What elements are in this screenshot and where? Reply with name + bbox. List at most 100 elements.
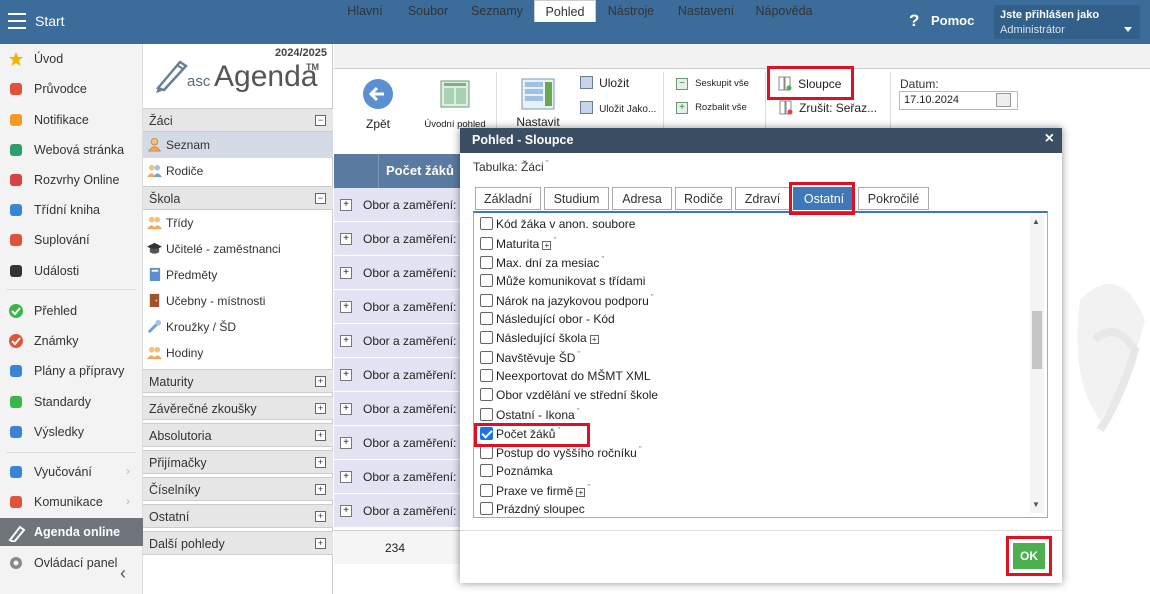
nav-item-tridy[interactable]: Třídy xyxy=(143,210,333,236)
column-option[interactable]: Praxe ve firmě +" xyxy=(480,483,590,502)
section-přijímačky[interactable]: Přijímačky + xyxy=(143,450,333,474)
tab-hlavní[interactable]: Hlavní xyxy=(334,0,396,22)
nav-item-ucitele[interactable]: Učitelé - zaměstnanci xyxy=(143,236,333,262)
nav-item-úvod[interactable]: Úvod xyxy=(0,45,143,73)
scroll-down-icon[interactable]: ▼ xyxy=(1032,500,1040,509)
close-icon[interactable]: × xyxy=(1045,130,1054,148)
expand-icon[interactable]: + xyxy=(315,457,326,468)
configure-button[interactable]: Nastavit xyxy=(513,78,563,129)
nav-item-rodice[interactable]: Rodiče xyxy=(143,158,333,184)
column-header-pocet-zaku[interactable]: Počet žáků xyxy=(386,163,454,178)
collapse-sidebar-icon[interactable]: ‹ xyxy=(120,563,126,584)
nav-item-výsledky[interactable]: Výsledky xyxy=(0,418,143,446)
expand-all-button[interactable]: + Rozbalit vše xyxy=(676,101,747,114)
user-menu[interactable]: Jste přihlášen jako Administrátor xyxy=(994,5,1140,39)
column-checkbox[interactable] xyxy=(480,446,493,459)
column-checkbox[interactable] xyxy=(480,408,493,421)
column-option[interactable]: Nárok na jazykovou podporu " xyxy=(480,293,654,312)
section-ostatní[interactable]: Ostatní + xyxy=(143,504,333,528)
column-option[interactable]: Obor vzdělání ve střední škole xyxy=(480,388,658,407)
nav-item-plány-a-přípravy[interactable]: Plány a přípravy xyxy=(0,357,143,385)
expand-row-icon[interactable]: + xyxy=(340,335,352,347)
table-row[interactable]: + Obor a zaměření: xyxy=(334,188,460,222)
nav-item-ucebny[interactable]: Učebny - místnosti xyxy=(143,288,333,314)
column-checkbox[interactable] xyxy=(480,369,493,382)
column-checkbox[interactable] xyxy=(480,237,493,250)
table-row[interactable]: + Obor a zaměření: xyxy=(334,358,460,392)
dialog-tab-zdraví[interactable]: Zdraví xyxy=(735,187,790,210)
expand-row-icon[interactable]: + xyxy=(340,233,352,245)
hamburger-menu-icon[interactable] xyxy=(8,13,26,29)
nav-item-seznam[interactable]: Seznam xyxy=(143,132,333,158)
dialog-tab-základní[interactable]: Základní xyxy=(475,187,541,210)
expand-icon[interactable]: + xyxy=(315,376,326,387)
nav-item-třídní-kniha[interactable]: Třídní kniha xyxy=(0,196,143,224)
section-maturity[interactable]: Maturity + xyxy=(143,369,333,393)
column-checkbox[interactable] xyxy=(480,217,493,230)
table-row[interactable]: + Obor a zaměření: xyxy=(334,426,460,460)
calendar-picker-icon[interactable] xyxy=(996,93,1011,107)
expand-row-icon[interactable]: + xyxy=(340,369,352,381)
expand-icon[interactable]: + xyxy=(589,335,599,344)
app-title[interactable]: Start xyxy=(35,13,65,29)
column-checkbox[interactable] xyxy=(480,294,493,307)
column-option[interactable]: Postup do vyššího ročníku " xyxy=(480,445,642,464)
expand-icon[interactable]: + xyxy=(315,403,326,414)
nav-item-predmety[interactable]: Předměty xyxy=(143,262,333,288)
expand-row-icon[interactable]: + xyxy=(340,199,352,211)
columns-list[interactable]: Kód žáka v anon. soubore Maturita +" Max. d… xyxy=(473,211,1048,518)
nav-item-rozvrhy-online[interactable]: Rozvrhy Online xyxy=(0,166,143,194)
nav-item-agenda-online[interactable]: Agenda online xyxy=(0,518,143,546)
table-row[interactable]: + Obor a zaměření: xyxy=(334,222,460,256)
table-row[interactable]: + Obor a zaměření: xyxy=(334,460,460,494)
column-option[interactable]: Navštěvuje ŠD " xyxy=(480,350,580,369)
section-další-pohledy[interactable]: Další pohledy + xyxy=(143,531,333,555)
nav-item-suplování[interactable]: Suplování xyxy=(0,226,143,254)
column-checkbox[interactable] xyxy=(480,464,493,477)
column-checkbox[interactable] xyxy=(480,312,493,325)
expand-row-icon[interactable]: + xyxy=(340,505,352,517)
back-button[interactable]: Zpět xyxy=(358,78,398,131)
nav-item-standardy[interactable]: Standardy xyxy=(0,388,143,416)
expand-row-icon[interactable]: + xyxy=(340,437,352,449)
cancel-sort-button[interactable]: Zrušit: Seřaz... xyxy=(779,100,877,115)
nav-item-průvodce[interactable]: Průvodce xyxy=(0,75,143,103)
dialog-tab-rodiče[interactable]: Rodiče xyxy=(675,187,732,210)
expand-row-icon[interactable]: + xyxy=(340,301,352,313)
column-checkbox[interactable] xyxy=(480,331,493,344)
column-option[interactable]: Prázdný sloupec xyxy=(480,502,585,517)
expand-icon[interactable]: + xyxy=(315,511,326,522)
section-absolutoria[interactable]: Absolutoria + xyxy=(143,423,333,447)
section-číselníky[interactable]: Číselníky + xyxy=(143,477,333,501)
nav-item-vyučování[interactable]: Vyučování › xyxy=(0,458,143,486)
scrollbar-thumb[interactable] xyxy=(1032,311,1042,369)
column-checkbox[interactable] xyxy=(480,484,493,497)
default-view-button[interactable]: Úvodní pohled xyxy=(420,80,490,130)
table-row[interactable]: + Obor a zaměření: xyxy=(334,392,460,426)
scroll-up-icon[interactable]: ▲ xyxy=(1032,217,1040,226)
column-option[interactable]: Následující obor - Kód xyxy=(480,312,615,331)
expand-icon[interactable]: + xyxy=(315,538,326,549)
table-row[interactable]: + Obor a zaměření: xyxy=(334,256,460,290)
nav-item-komunikace[interactable]: Komunikace › xyxy=(0,488,143,516)
section-zaci[interactable]: Žáci − xyxy=(143,108,333,132)
column-option[interactable]: Kód žáka v anon. soubore xyxy=(480,217,635,236)
column-checkbox[interactable] xyxy=(480,351,493,364)
help-link[interactable]: Pomoc xyxy=(931,13,974,28)
nav-item-hodiny[interactable]: Hodiny xyxy=(143,340,333,366)
save-view-button[interactable]: Uložit xyxy=(580,76,629,90)
dialog-tab-adresa[interactable]: Adresa xyxy=(612,187,672,210)
section-závěrečné-zkoušky[interactable]: Závěrečné zkoušky + xyxy=(143,396,333,420)
column-option[interactable]: Maturita +" xyxy=(480,236,556,255)
nav-item-webová-stránka[interactable]: Webová stránka xyxy=(0,136,143,164)
table-row[interactable]: + Obor a zaměření: xyxy=(334,324,460,358)
save-as-button[interactable]: Uložit Jako... xyxy=(580,101,656,115)
nav-item-krouzky[interactable]: Kroužky / ŠD xyxy=(143,314,333,340)
tab-seznamy[interactable]: Seznamy xyxy=(460,0,534,22)
dialog-tab-studium[interactable]: Studium xyxy=(544,187,609,210)
column-option[interactable]: Neexportovat do MŠMT XML xyxy=(480,369,651,388)
table-row[interactable]: + Obor a zaměření: xyxy=(334,494,460,528)
nav-item-známky[interactable]: Známky xyxy=(0,327,143,355)
group-all-button[interactable]: − Seskupit vše xyxy=(676,77,749,90)
help-icon[interactable]: ? xyxy=(909,11,919,31)
